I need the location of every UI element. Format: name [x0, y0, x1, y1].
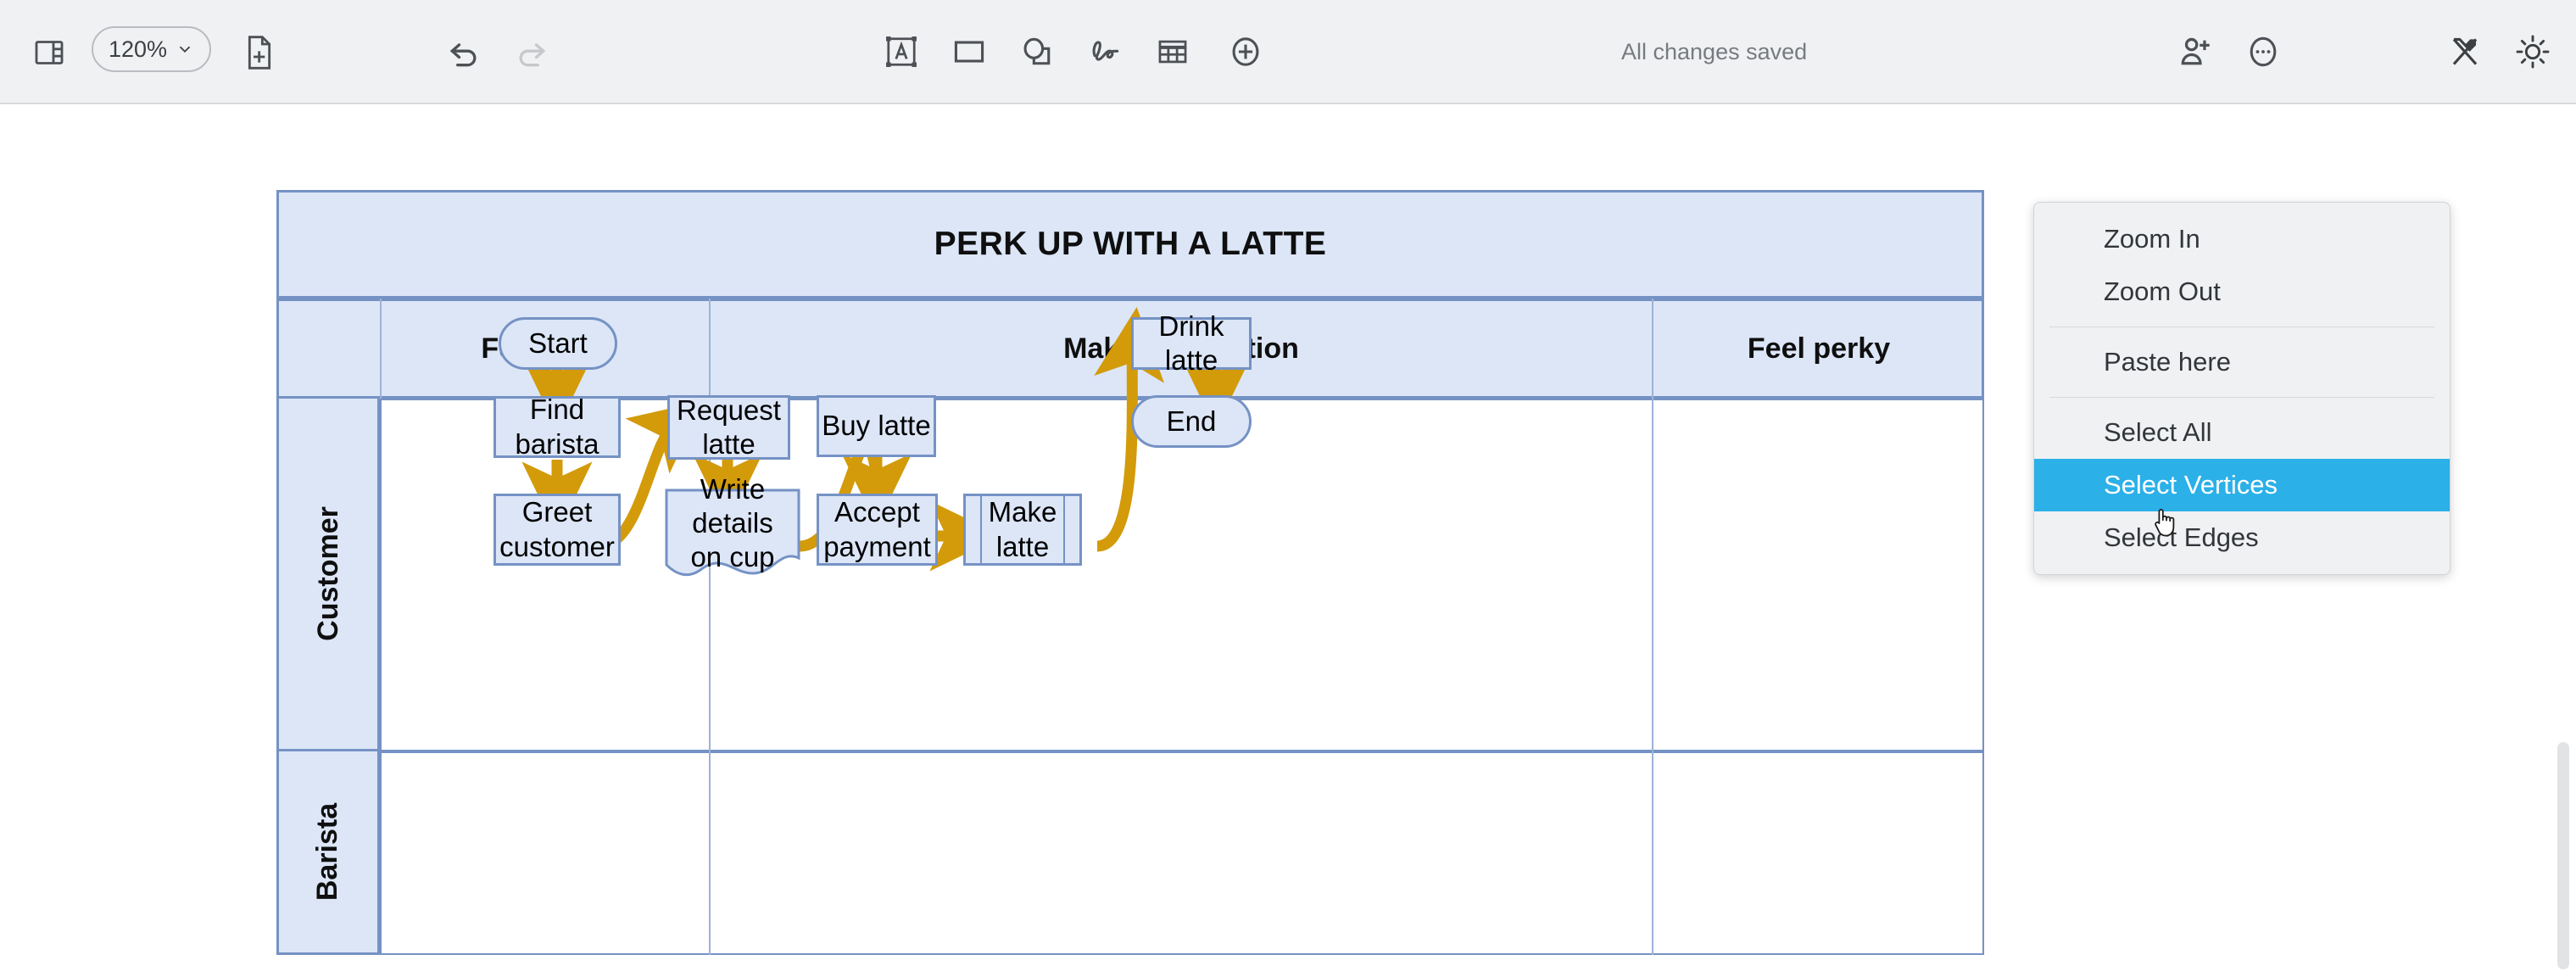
- lane-label-text: Customer: [311, 506, 344, 641]
- text-box-tool[interactable]: [877, 27, 926, 76]
- context-menu-divider: [2049, 397, 2434, 398]
- node-end[interactable]: End: [1131, 395, 1252, 448]
- table-icon: [1154, 33, 1191, 70]
- chevron-down-icon: [176, 40, 194, 59]
- theme-icon: [2513, 32, 2552, 71]
- shapes-tool[interactable]: [1012, 27, 1062, 76]
- context-menu-item-paste-here[interactable]: Paste here: [2034, 336, 2450, 388]
- node-start[interactable]: Start: [499, 317, 617, 370]
- context-menu-item-label: Paste here: [2104, 347, 2231, 377]
- column-divider-2: [1652, 399, 1653, 955]
- share-button[interactable]: [2171, 27, 2222, 76]
- more-options-button[interactable]: [2239, 27, 2288, 76]
- node-label-line1: Make: [988, 496, 1057, 528]
- node-label-block: Write details on cup: [665, 472, 800, 599]
- node-label-line2: payment: [823, 530, 931, 562]
- theme-button[interactable]: [2508, 27, 2557, 76]
- shapes-icon: [1018, 33, 1056, 70]
- lane-label-customer[interactable]: Customer: [276, 399, 380, 751]
- redo-icon: [513, 34, 550, 71]
- vertical-scrollbar-track[interactable]: [2554, 104, 2576, 977]
- column-header-label: Feel perky: [1747, 332, 1891, 365]
- diagram-title-band[interactable]: PERK UP WITH A LATTE: [276, 190, 1984, 299]
- vertical-scrollbar-thumb[interactable]: [2557, 742, 2569, 969]
- toggle-sidebar-button[interactable]: [25, 29, 73, 76]
- node-greet-customer[interactable]: Greet customer: [493, 494, 621, 566]
- node-make-latte[interactable]: Make latte: [963, 494, 1082, 566]
- rectangle-tool[interactable]: [945, 27, 994, 76]
- context-menu-item-label: Select Vertices: [2104, 470, 2278, 500]
- save-status: All changes saved: [1621, 39, 1808, 64]
- lane-cell-barista-row[interactable]: [380, 751, 1984, 955]
- context-menu-item-label: Zoom In: [2104, 224, 2200, 254]
- context-menu-item-zoom-in[interactable]: Zoom In: [2034, 213, 2450, 265]
- toggle-sidebar-icon: [32, 36, 66, 70]
- context-menu-item-label: Select Edges: [2104, 522, 2259, 552]
- node-write-details-on-cup[interactable]: Write details on cup: [665, 473, 800, 582]
- context-menu-item-label: Select All: [2104, 417, 2212, 447]
- node-buy-latte[interactable]: Buy latte: [817, 395, 936, 457]
- node-label-line2: latte: [995, 530, 1050, 562]
- lane-label-barista[interactable]: Barista: [276, 751, 380, 955]
- freehand-tool[interactable]: [1080, 27, 1129, 76]
- node-label: Start: [528, 327, 588, 359]
- node-label: End: [1166, 405, 1217, 437]
- format-button[interactable]: [2440, 27, 2490, 76]
- undo-icon: [445, 34, 482, 71]
- format-icon: [2445, 32, 2484, 71]
- new-page-icon: [243, 34, 276, 71]
- node-label: Buy latte: [822, 410, 931, 442]
- undo-button[interactable]: [439, 29, 488, 76]
- context-menu-item-label: Zoom Out: [2104, 276, 2221, 306]
- top-toolbar: 120% All changes saved: [0, 0, 2576, 104]
- column-header-feel-perky[interactable]: Feel perky: [1652, 299, 1984, 399]
- more-options-icon: [2244, 32, 2283, 71]
- zoom-level-value: 120%: [109, 36, 168, 62]
- node-request-latte[interactable]: Request latte: [667, 394, 790, 460]
- freehand-icon: [1086, 33, 1124, 70]
- node-label: Find barista: [515, 394, 599, 460]
- node-label-line1: Accept: [834, 496, 920, 528]
- node-label-line2: latte: [702, 428, 756, 460]
- node-find-barista[interactable]: Find barista: [493, 394, 621, 460]
- context-menu-item-select-vertices[interactable]: Select Vertices: [2034, 459, 2450, 511]
- context-menu-item-zoom-out[interactable]: Zoom Out: [2034, 265, 2450, 318]
- lane-label-text: Barista: [311, 802, 344, 902]
- context-menu-item-select-all[interactable]: Select All: [2034, 406, 2450, 459]
- add-person-icon: [2177, 32, 2216, 71]
- zoom-level-select[interactable]: 120%: [92, 26, 212, 72]
- rectangle-icon: [951, 33, 988, 70]
- node-label-line1: Request: [677, 394, 781, 426]
- add-icon: [1227, 33, 1264, 70]
- node-label-line1: Greet: [521, 496, 593, 528]
- text-box-icon: [883, 33, 920, 70]
- node-label-line1: Write details: [692, 472, 773, 539]
- diagram-title: PERK UP WITH A LATTE: [934, 226, 1327, 262]
- redo-button[interactable]: [507, 29, 556, 76]
- context-menu-item-select-edges[interactable]: Select Edges: [2034, 511, 2450, 564]
- node-label: Drink latte: [1158, 310, 1224, 376]
- node-drink-latte[interactable]: Drink latte: [1131, 310, 1252, 376]
- node-label-line2: on cup: [690, 541, 775, 573]
- node-label-line2: customer: [499, 530, 615, 562]
- cross-functional-flowchart[interactable]: PERK UP WITH A LATTE Feel tired Make tra…: [276, 190, 1984, 955]
- context-menu[interactable]: Zoom In Zoom Out Paste here Select All S…: [2033, 202, 2451, 575]
- add-shape-tool[interactable]: [1221, 27, 1270, 76]
- table-tool[interactable]: [1148, 27, 1197, 76]
- node-accept-payment[interactable]: Accept payment: [817, 494, 938, 566]
- new-page-button[interactable]: [236, 28, 283, 77]
